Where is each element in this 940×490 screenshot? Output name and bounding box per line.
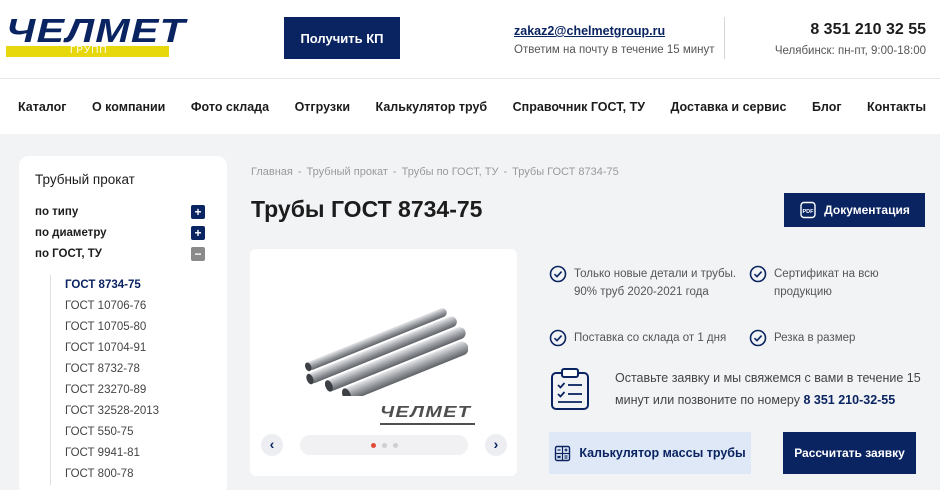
filter-by-diameter[interactable]: по диаметру + [35, 222, 227, 243]
pipes-image [304, 308, 468, 396]
callback-text: Оставьте заявку и мы свяжемся с вами в т… [615, 367, 925, 411]
check-circle-icon [549, 329, 567, 347]
chevron-right-icon[interactable]: › [485, 434, 507, 456]
feature-text: Сертификат на всю продукцию [774, 268, 879, 298]
main-nav: Каталог О компании Фото склада Отгрузки … [0, 78, 940, 134]
breadcrumb-current: Трубы ГОСТ 8734-75 [512, 166, 619, 178]
nav-item-blog[interactable]: Блог [812, 100, 842, 114]
filter-by-gost[interactable]: по ГОСТ, ТУ − [35, 243, 227, 264]
check-circle-icon [549, 265, 567, 283]
nav-item-warehouse-photos[interactable]: Фото склада [191, 100, 269, 114]
documentation-label: Документация [824, 203, 910, 217]
catalog-sidebar: Трубный прокат по типу + по диаметру + п… [19, 156, 227, 490]
carousel-dot-2[interactable] [381, 442, 387, 448]
calculate-order-button[interactable]: Рассчитать заявку [783, 432, 916, 474]
gost-item-9941-81[interactable]: ГОСТ 9941-81 [65, 443, 227, 464]
breadcrumb-separator: - [503, 166, 508, 178]
content-area: Трубный прокат по типу + по диаметру + п… [0, 134, 940, 490]
filter-by-type[interactable]: по типу + [35, 201, 227, 222]
clipboard-checklist-icon [551, 368, 589, 410]
get-kp-button[interactable]: Получить КП [284, 17, 400, 59]
product-watermark-logo: ЧЕЛМЕТ [380, 404, 472, 421]
breadcrumb-home[interactable]: Главная [251, 166, 293, 178]
nav-item-shipments[interactable]: Отгрузки [295, 100, 350, 114]
plus-icon[interactable]: + [191, 226, 205, 240]
company-logo[interactable]: ЧЕЛМЕТ ГРУПП [6, 14, 185, 60]
logo-yellow-bar: ГРУПП [6, 45, 169, 57]
breadcrumb-pipe-products[interactable]: Трубный прокат [307, 166, 388, 178]
gost-item-10704-91[interactable]: ГОСТ 10704-91 [65, 338, 227, 359]
gost-item-550-75[interactable]: ГОСТ 550-75 [65, 422, 227, 443]
carousel-dot-1[interactable] [370, 442, 376, 448]
gost-item-10705-80[interactable]: ГОСТ 10705-80 [65, 317, 227, 338]
sidebar-title: Трубный прокат [35, 172, 135, 187]
feature-text: Поставка со склада от 1 дня [574, 332, 727, 344]
documentation-button[interactable]: PDF Документация [784, 193, 925, 227]
calculator-icon [555, 445, 571, 461]
gost-item-8734-75[interactable]: ГОСТ 8734-75 [65, 275, 227, 296]
feature-cut-to-size: Резка в размер [749, 329, 909, 347]
gost-list: ГОСТ 8734-75 ГОСТ 10706-76 ГОСТ 10705-80… [50, 275, 227, 485]
carousel-dots [300, 435, 468, 455]
plus-icon[interactable]: + [191, 205, 205, 219]
logo-subtitle: ГРУПП [70, 45, 108, 56]
filter-label: по диаметру [35, 226, 107, 239]
gost-item-32528-2013[interactable]: ГОСТ 32528-2013 [65, 401, 227, 422]
phone-hours: Челябинск: пн-пт, 9:00-18:00 [774, 45, 926, 57]
feature-warehouse-delivery: Поставка со склада от 1 дня [549, 329, 739, 347]
email-response-note: Ответим на почту в течение 15 минут [514, 44, 715, 56]
filter-label: по типу [35, 205, 79, 218]
page-title: Трубы ГОСТ 8734-75 [251, 196, 483, 222]
nav-item-contacts[interactable]: Контакты [867, 100, 926, 114]
callback-block: Оставьте заявку и мы свяжемся с вами в т… [549, 365, 929, 415]
watermark-underline [380, 423, 475, 425]
nav-item-pipe-calculator[interactable]: Калькулятор труб [376, 100, 488, 114]
check-circle-icon [749, 265, 767, 283]
filter-label: по ГОСТ, ТУ [35, 247, 102, 260]
product-image-card: ЧЕЛМЕТ ‹ › [250, 249, 517, 476]
breadcrumb: Главная - Трубный прокат - Трубы по ГОСТ, ТУ… [251, 166, 619, 178]
gost-item-10706-76[interactable]: ГОСТ 10706-76 [65, 296, 227, 317]
breadcrumb-separator: - [297, 166, 302, 178]
gost-item-23270-89[interactable]: ГОСТ 23270-89 [65, 380, 227, 401]
check-circle-icon [749, 329, 767, 347]
phone-block: 8 351 210 32 55 Челябинск: пн-пт, 9:00-1… [775, 20, 926, 59]
header-divider [724, 17, 725, 59]
nav-item-gost-reference[interactable]: Справочник ГОСТ, ТУ [513, 100, 645, 114]
nav-item-about[interactable]: О компании [92, 100, 165, 114]
svg-text:PDF: PDF [803, 209, 815, 215]
callback-phone[interactable]: 8 351 210-32-55 [803, 393, 895, 407]
gost-item-8732-78[interactable]: ГОСТ 8732-78 [65, 359, 227, 380]
pipe-weight-calculator-button[interactable]: Калькулятор массы трубы [549, 432, 751, 474]
feature-text: Только новые детали и трубы. 90% труб 20… [574, 268, 737, 298]
calculator-label: Калькулятор массы трубы [579, 446, 746, 460]
minus-icon[interactable]: − [191, 247, 205, 261]
gost-item-800-78[interactable]: ГОСТ 800-78 [65, 464, 227, 485]
email-block: zakaz2@chelmetgroup.ru Ответим на почту … [514, 23, 715, 58]
email-link[interactable]: zakaz2@chelmetgroup.ru [514, 23, 715, 39]
feature-text: Резка в размер [774, 332, 856, 344]
nav-item-catalog[interactable]: Каталог [18, 100, 66, 114]
logo-wordmark: ЧЕЛМЕТ [6, 12, 187, 49]
chevron-left-icon[interactable]: ‹ [261, 434, 283, 456]
header-phone[interactable]: 8 351 210 32 55 [775, 20, 926, 40]
breadcrumb-pipes-by-gost[interactable]: Трубы по ГОСТ, ТУ [402, 166, 499, 178]
feature-new-pipes: Только новые детали и трубы. 90% труб 20… [549, 265, 739, 301]
nav-item-delivery[interactable]: Доставка и сервис [671, 100, 787, 114]
pdf-icon: PDF [800, 201, 816, 219]
feature-certificate: Сертификат на всю продукцию [749, 265, 909, 301]
breadcrumb-separator: - [392, 166, 397, 178]
carousel-dot-3[interactable] [392, 442, 398, 448]
site-header: ЧЕЛМЕТ ГРУПП Получить КП zakaz2@chelmetg… [0, 0, 940, 78]
